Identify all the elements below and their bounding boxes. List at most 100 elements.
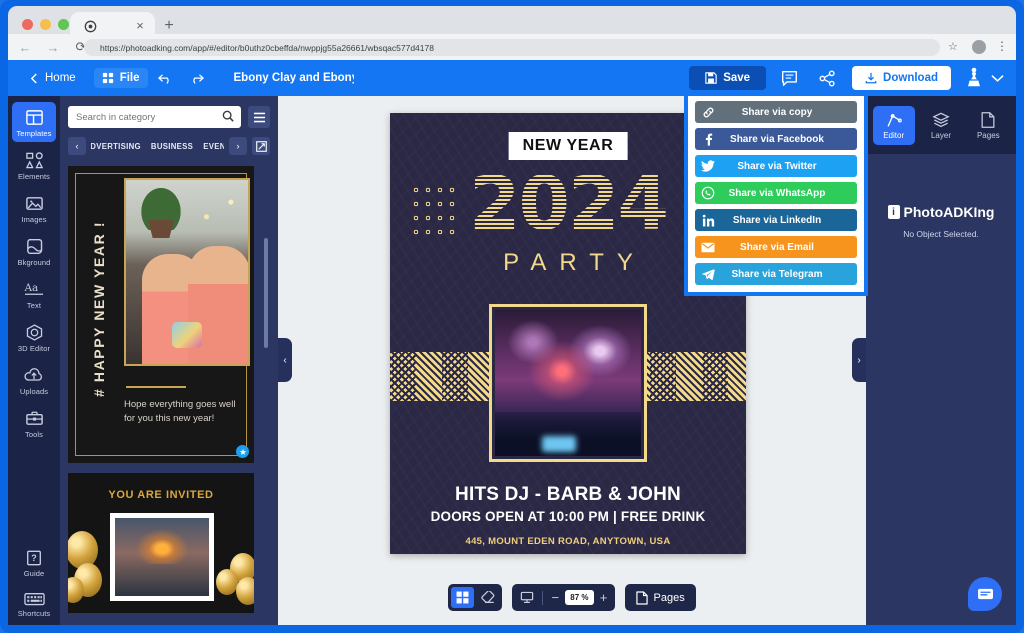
sidebar-item-3d-editor[interactable]: 3D Editor [12,317,56,357]
grid-icon[interactable] [451,587,475,608]
templates-list[interactable]: # HAPPY NEW YEAR ! Hope everything goes … [68,166,254,621]
redo-icon [192,74,204,84]
expand-icon[interactable] [252,137,270,155]
guide-icon: ? [27,550,41,566]
canvas-bottom-toolbar: − 87 % + Pages [278,584,866,611]
template-frame [110,513,214,601]
crowd-graphic [495,412,641,456]
template-card[interactable]: # HAPPY NEW YEAR ! Hope everything goes … [68,166,254,463]
pages-button[interactable]: Pages [624,584,696,611]
comment-icon[interactable] [774,63,804,93]
home-label: Home [45,72,76,84]
chevron-left-icon [30,72,37,84]
svg-text:Aa: Aa [24,282,38,294]
sidebar-label: Elements [17,172,51,181]
search-field-wrap[interactable] [68,106,241,128]
share-via-linkedin-button[interactable]: Share via LinkedIn [695,209,857,231]
background-icon [26,238,42,255]
tab-editor[interactable]: Editor [872,105,915,145]
close-window-button[interactable] [22,19,33,30]
url-text: https://photoadking.com/app/#/editor/b0u… [100,42,434,53]
canvas-prev-button[interactable]: ‹ [278,338,292,382]
tools-icon [25,411,43,425]
profile-avatar[interactable] [972,40,986,54]
list-view-icon[interactable] [248,106,270,128]
template-rule [126,386,186,388]
divider [542,590,544,605]
sidebar-item-uploads[interactable]: Uploads [12,360,56,400]
close-tab-button[interactable]: × [133,19,147,33]
tab-pages[interactable]: Pages [967,106,1009,145]
templates-scrollbar[interactable] [264,238,268,348]
home-button[interactable]: Home [22,68,84,88]
redo-button[interactable] [183,69,210,88]
address-bar[interactable]: https://photoadking.com/app/#/editor/b0u… [84,39,940,56]
template-card[interactable]: YOU ARE INVITED [68,473,254,613]
sidebar-label: Guide [23,569,45,578]
address-text[interactable]: 445, MOUNT EDEN ROAD, ANYTOWN, USA [390,536,746,547]
share-label: Share via LinkedIn [732,214,822,226]
share-via-whatsapp-button[interactable]: Share via WhatsApp [695,182,857,204]
poster-photo-frame[interactable] [489,304,647,462]
download-button[interactable]: Download [852,66,951,90]
subline-text[interactable]: DOORS OPEN AT 10:00 PM | FREE DRINK [390,509,746,524]
elements-icon [25,152,43,169]
bookmark-icon[interactable]: ☆ [948,40,958,53]
svg-text:?: ? [31,553,37,563]
category-item-advertising[interactable]: ADVERTISING [91,142,141,151]
share-via-twitter-button[interactable]: Share via Twitter [695,155,857,177]
category-item-business[interactable]: BUSINESS [151,142,193,151]
eraser-icon[interactable] [476,587,499,608]
year-text[interactable]: 2024 [469,167,669,241]
share-via-email-button[interactable]: Share via Email [695,236,857,258]
sidebar-item-background[interactable]: Bkground [12,231,56,271]
zoom-level-value[interactable]: 87 % [565,590,594,605]
window-controls[interactable] [22,19,69,30]
category-item-event[interactable]: EVENT [203,142,224,151]
browser-menu-icon[interactable]: ⋮ [996,39,1008,53]
sidebar-item-guide[interactable]: ? Guide [12,543,56,582]
templates-icon [25,110,43,125]
chat-button[interactable] [968,577,1002,611]
category-next-button[interactable]: › [229,137,247,155]
search-icon[interactable] [222,110,234,122]
new-year-badge[interactable]: NEW YEAR [508,132,628,160]
search-input[interactable] [68,111,241,123]
forward-icon[interactable]: → [42,36,64,58]
party-text[interactable]: PARTY [490,249,646,277]
header-actions: Save Download [689,60,1006,96]
share-icon[interactable] [812,63,842,93]
sidebar-item-tools[interactable]: Tools [12,403,56,443]
zoom-in-button[interactable]: + [596,590,612,605]
save-button[interactable]: Save [689,66,767,90]
share-via-telegram-button[interactable]: Share via Telegram [695,263,857,285]
sidebar-label: Uploads [19,387,49,396]
headline-text[interactable]: HITS DJ - BARB & JOHN [390,484,746,506]
editor-icon [887,113,902,127]
tab-layer[interactable]: Layer [920,106,962,145]
sidebar-item-text[interactable]: Aa Text [12,274,56,314]
zoom-out-button[interactable]: − [547,590,563,605]
maximize-window-button[interactable] [58,19,69,30]
share-via-facebook-button[interactable]: Share via Facebook [695,128,857,150]
present-icon[interactable] [515,587,538,608]
sidebar-item-templates[interactable]: Templates [12,102,56,142]
crown-icon[interactable] [963,65,985,91]
toy-graphic [172,322,202,348]
sidebar-item-elements[interactable]: Elements [12,145,56,185]
template-message: Hope everything goes well for you this n… [124,399,236,424]
canvas-next-button[interactable]: › [852,338,866,382]
new-tab-button[interactable]: + [160,17,178,35]
back-icon[interactable]: ← [14,36,36,58]
firework-graphic [522,335,603,402]
undo-button[interactable] [152,69,179,88]
category-prev-button[interactable]: ‹ [68,137,86,155]
save-icon [705,72,717,84]
sidebar-item-shortcuts[interactable]: Shortcuts [12,585,56,622]
share-via-copy-button[interactable]: Share via copy [695,101,857,123]
minimize-window-button[interactable] [40,19,51,30]
chevron-down-icon[interactable] [991,74,1004,83]
design-title[interactable]: Ebony Clay and Ebony Clay [234,72,354,84]
file-menu-button[interactable]: File [93,68,148,88]
sidebar-item-images[interactable]: Images [12,188,56,228]
